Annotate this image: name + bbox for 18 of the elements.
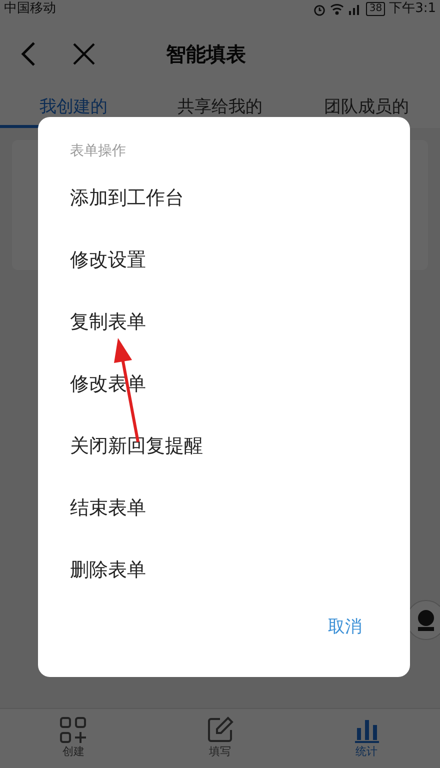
edit-icon — [206, 716, 234, 744]
page-title: 智能填表 — [166, 41, 246, 68]
wifi-icon — [330, 3, 344, 15]
carrier-text: 中国移动 — [4, 0, 56, 18]
back-icon[interactable] — [20, 41, 36, 67]
battery-indicator: 38 — [366, 2, 386, 16]
menu-item[interactable]: 修改表单 — [70, 353, 378, 415]
menu-item[interactable]: 修改设置 — [70, 229, 378, 291]
menu-item[interactable]: 添加到工作台 — [70, 167, 378, 229]
alarm-icon — [313, 2, 326, 16]
menu-item[interactable]: 关闭新回复提醒 — [70, 415, 378, 477]
menu-item[interactable]: 复制表单 — [70, 291, 378, 353]
dialog-title: 表单操作 — [70, 142, 127, 161]
menu-item[interactable]: 删除表单 — [70, 539, 378, 601]
close-icon[interactable] — [72, 42, 96, 66]
menu-item[interactable]: 结束表单 — [70, 477, 378, 539]
grid-plus-icon — [59, 716, 88, 744]
time-text: 下午3:1 — [389, 0, 436, 18]
